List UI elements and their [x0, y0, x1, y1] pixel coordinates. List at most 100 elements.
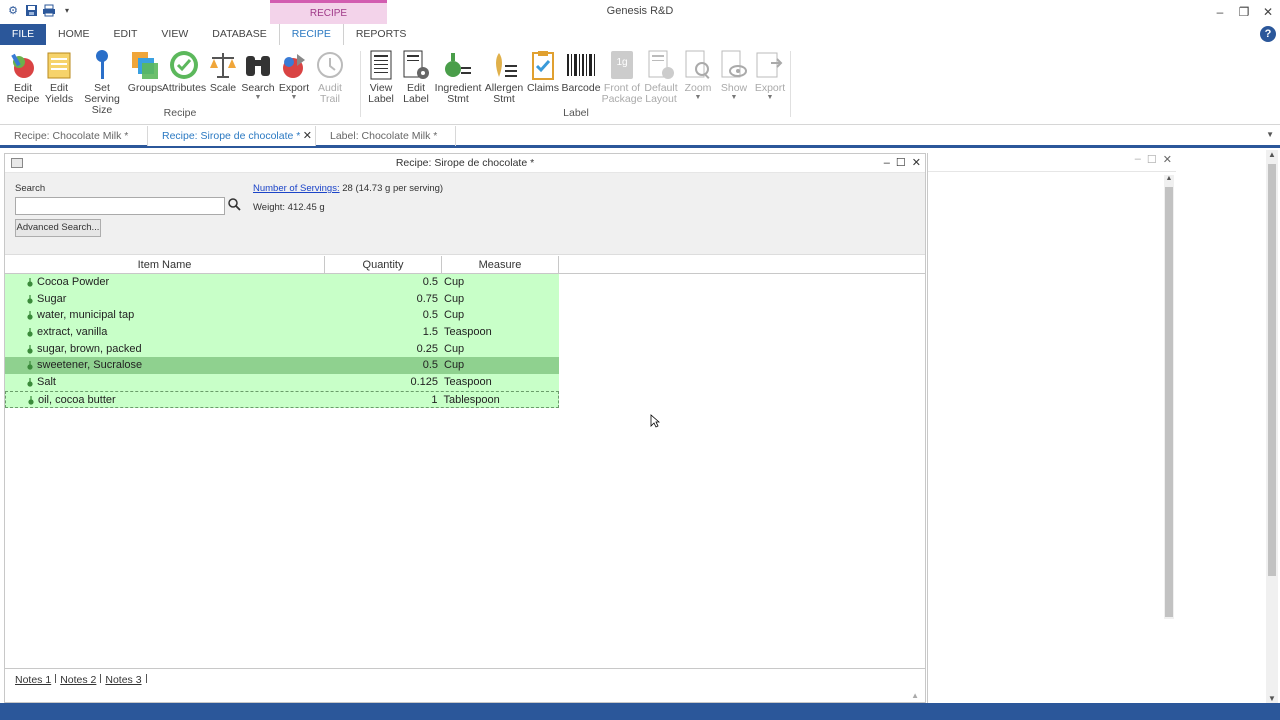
- ingredient-icon: [27, 278, 33, 287]
- column-header-item-name[interactable]: Item Name: [5, 256, 325, 273]
- maximize-icon[interactable]: ☐: [1147, 153, 1157, 166]
- notes-tab-1[interactable]: Notes 1: [11, 674, 57, 686]
- close-icon[interactable]: ✕: [1163, 153, 1172, 166]
- show-button[interactable]: Show ▼: [716, 47, 752, 105]
- label-window-scrollbar[interactable]: ▲: [1164, 175, 1174, 619]
- tab-view[interactable]: VIEW: [149, 24, 200, 45]
- scroll-up-icon[interactable]: ▲: [1266, 150, 1278, 159]
- measure-cell: Cup: [444, 292, 465, 305]
- chevron-down-icon: ▼: [290, 94, 298, 101]
- claims-button[interactable]: Claims: [526, 47, 560, 105]
- tab-database[interactable]: DATABASE: [200, 24, 278, 45]
- scroll-up-icon[interactable]: ▲: [1164, 175, 1174, 182]
- measure-cell: Cup: [444, 359, 465, 372]
- search-input[interactable]: [15, 197, 225, 215]
- servings-info: Number of Servings: 28 (14.73 g per serv…: [253, 183, 443, 194]
- search-ribbon-button[interactable]: Search ▼: [240, 47, 276, 116]
- export-recipe-button[interactable]: Export ▼: [276, 47, 312, 116]
- notes-tab-2[interactable]: Notes 2: [56, 674, 102, 686]
- table-row[interactable]: extract, vanilla 1.5 Teaspoon: [5, 324, 559, 341]
- barcode-icon: [565, 47, 597, 83]
- doc-tab-chocolate-milk[interactable]: Recipe: Chocolate Milk *: [0, 126, 148, 146]
- groups-button[interactable]: Groups: [128, 47, 162, 116]
- notes-tab-3[interactable]: Notes 3: [101, 674, 147, 686]
- attributes-button[interactable]: Attributes: [162, 47, 206, 116]
- save-icon[interactable]: [24, 3, 38, 17]
- edit-yields-button[interactable]: Edit Yields: [42, 47, 76, 116]
- recipe-group: Edit Recipe Edit Yields Set Serving Size…: [4, 47, 356, 123]
- help-icon[interactable]: ?: [1260, 26, 1276, 42]
- chevron-down-icon: ▼: [254, 94, 262, 101]
- measure-cell: Cup: [444, 342, 465, 355]
- table-row[interactable]: Cocoa Powder 0.5 Cup: [5, 274, 559, 291]
- item-name-cell: Sugar: [5, 291, 325, 308]
- scale-label: Scale: [209, 82, 237, 94]
- doc-tab-sirope[interactable]: Recipe: Sirope de chocolate * ✕: [148, 126, 316, 146]
- app-gear-icon[interactable]: ⚙: [6, 3, 20, 17]
- search-label: Search: [15, 183, 46, 194]
- tab-recipe[interactable]: RECIPE: [278, 24, 344, 45]
- tab-list-dropdown-icon[interactable]: ▼: [1266, 130, 1274, 139]
- advanced-search-button[interactable]: Advanced Search...: [15, 219, 101, 237]
- table-row[interactable]: sugar, brown, packed 0.25 Cup: [5, 340, 559, 358]
- minimize-icon[interactable]: –: [1135, 153, 1141, 166]
- tab-file[interactable]: FILE: [0, 24, 46, 45]
- set-serving-size-button[interactable]: Set Serving Size: [76, 47, 128, 116]
- ingredient-icon: [27, 294, 33, 304]
- column-header-quantity[interactable]: Quantity: [325, 256, 442, 273]
- notes-scroll-up-icon[interactable]: ▲: [911, 691, 919, 700]
- default-layout-button[interactable]: Default Layout: [642, 47, 680, 105]
- print-icon[interactable]: [42, 3, 56, 17]
- item-name: extract, vanilla: [37, 326, 108, 339]
- scrollbar-thumb[interactable]: [1268, 164, 1276, 576]
- maximize-icon[interactable]: ☐: [896, 154, 906, 173]
- audit-trail-button[interactable]: Audit Trail: [312, 47, 348, 116]
- minimize-icon[interactable]: –: [884, 154, 890, 173]
- tab-home[interactable]: HOME: [46, 24, 102, 45]
- close-tab-icon[interactable]: ✕: [303, 126, 312, 146]
- allergen-stmt-label: Allergen Stmt: [484, 82, 524, 105]
- edit-label-button[interactable]: Edit Label: [398, 47, 434, 105]
- label-export-label: Export: [754, 82, 786, 94]
- svg-text:1g: 1g: [616, 57, 627, 68]
- view-label-button[interactable]: View Label: [364, 47, 398, 105]
- tab-reports[interactable]: REPORTS: [344, 24, 419, 45]
- customize-qat-icon[interactable]: ▾: [60, 3, 74, 17]
- edit-recipe-label: Edit Recipe: [6, 82, 40, 105]
- number-of-servings-link[interactable]: Number of Servings:: [253, 183, 340, 194]
- restore-icon[interactable]: ❐: [1232, 0, 1256, 24]
- close-icon[interactable]: ✕: [912, 154, 921, 173]
- edit-recipe-icon: [7, 47, 39, 83]
- table-row[interactable]: Salt 0.125 Teaspoon: [5, 374, 559, 391]
- table-row[interactable]: oil, cocoa butter 1 Tablespoon: [5, 390, 559, 408]
- item-name: Salt: [37, 376, 56, 389]
- ingredient-stmt-button[interactable]: Ingredient Stmt: [434, 47, 482, 105]
- table-row[interactable]: Sugar 0.75 Cup: [5, 290, 559, 308]
- table-row[interactable]: water, municipal tap 0.5 Cup: [5, 307, 559, 325]
- doc-tab-label-chocolate-milk[interactable]: Label: Chocolate Milk *: [316, 126, 456, 146]
- workspace-scrollbar[interactable]: ▲ ▼: [1266, 150, 1278, 703]
- table-row[interactable]: sweetener, Sucralose 0.5 Cup: [5, 357, 559, 375]
- zoom-button[interactable]: Zoom ▼: [680, 47, 716, 105]
- allergen-stmt-button[interactable]: Allergen Stmt: [482, 47, 526, 105]
- scale-button[interactable]: Scale: [206, 47, 240, 116]
- quantity-cell: 1: [431, 393, 438, 406]
- search-icon[interactable]: [228, 198, 242, 212]
- scroll-down-icon[interactable]: ▼: [1266, 694, 1278, 703]
- minimize-icon[interactable]: –: [1208, 0, 1232, 24]
- scrollbar-thumb[interactable]: [1165, 187, 1173, 617]
- barcode-button[interactable]: Barcode: [560, 47, 602, 105]
- close-icon[interactable]: ✕: [1256, 0, 1280, 24]
- audit-trail-icon: [314, 47, 346, 83]
- quantity-cell: 0.125: [410, 376, 438, 389]
- window-menu-icon[interactable]: [11, 158, 23, 168]
- column-header-measure[interactable]: Measure: [442, 256, 559, 273]
- measure-cell: Cup: [444, 276, 465, 288]
- label-export-button[interactable]: Export ▼: [752, 47, 788, 105]
- ingredient-stmt-icon: [442, 47, 474, 83]
- ingredient-stmt-label: Ingredient Stmt: [434, 82, 482, 105]
- recipe-group-label: Recipe: [163, 107, 197, 119]
- tab-edit[interactable]: EDIT: [102, 24, 150, 45]
- edit-recipe-button[interactable]: Edit Recipe: [4, 47, 42, 116]
- front-of-package-button[interactable]: 1g Front of Package: [602, 47, 642, 105]
